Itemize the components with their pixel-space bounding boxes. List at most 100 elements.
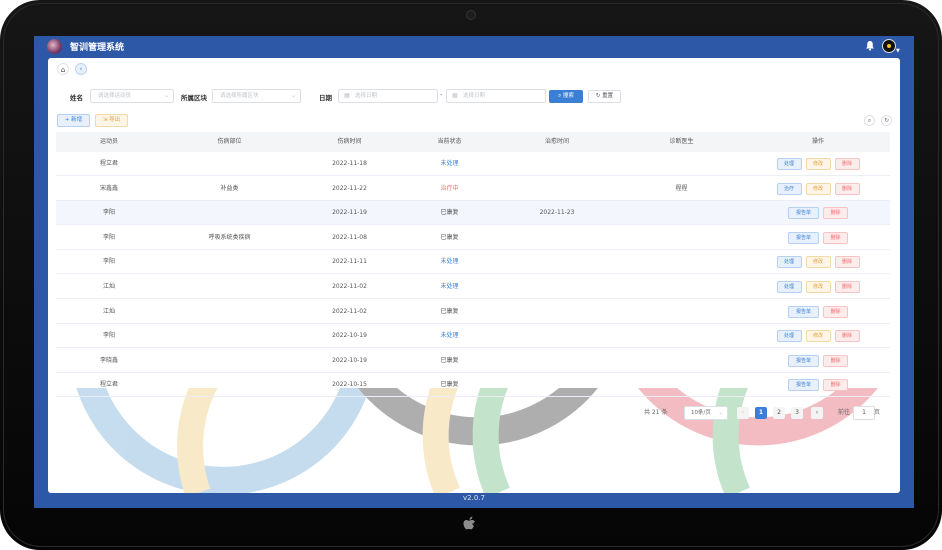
bell-icon[interactable] xyxy=(864,40,876,53)
process-button[interactable]: 处理 xyxy=(776,158,802,170)
search-button[interactable]: ⌕ 搜索 xyxy=(549,90,583,103)
table-row: 李晓鑫 2022-10-19 已康复 报告单 删除 xyxy=(56,349,890,373)
delete-button[interactable]: 删除 xyxy=(834,256,860,269)
report-button[interactable]: 报告单 xyxy=(788,207,819,220)
chevron-down-icon: ⌄ xyxy=(718,410,723,416)
cell-part xyxy=(162,275,297,299)
delete-button[interactable]: 删除 xyxy=(834,182,860,195)
process-button[interactable]: 处理 xyxy=(776,330,802,343)
next-page-button[interactable]: › xyxy=(811,407,823,419)
refresh-icon[interactable]: ↻ xyxy=(881,115,892,126)
chevron-down-icon[interactable]: ▼ xyxy=(896,48,900,54)
delete-button[interactable]: 删除 xyxy=(834,330,860,343)
page-button-1[interactable]: 1 xyxy=(755,407,767,419)
date-label: 日期 xyxy=(319,94,332,102)
cell-part xyxy=(162,349,297,373)
olympic-rings-watermark xyxy=(76,388,878,493)
cell-status: 未处理 xyxy=(440,332,459,340)
cell-part xyxy=(162,373,297,397)
report-button[interactable]: 报告单 xyxy=(788,305,819,318)
cell-doctor xyxy=(617,373,746,397)
delete-button[interactable]: 删除 xyxy=(823,305,848,318)
region-select[interactable]: 请选择所属区块 ⌄ xyxy=(212,89,301,103)
export-icon: ⇲ xyxy=(102,117,108,123)
cell-part xyxy=(162,152,297,176)
cell-date: 2022-11-02 xyxy=(332,283,367,290)
monitor-frame: 智训管理系统 ▼ ⌂ ‹ 姓名 请选择运动员 ⌄ 所属区块 请选择所属区块 ⌄ … xyxy=(0,0,942,550)
search-icon: ⌕ xyxy=(558,93,562,99)
process-button[interactable]: 处理 xyxy=(776,256,802,269)
cell-cured xyxy=(497,373,617,397)
edit-button[interactable]: 修改 xyxy=(805,330,831,343)
reset-button[interactable]: ↻ 重置 xyxy=(588,90,621,103)
cell-status: 已康复 xyxy=(440,307,459,315)
cell-status: 已康复 xyxy=(440,381,459,389)
process-button[interactable]: 处理 xyxy=(776,281,802,293)
table-header: 运动员 伤病部位 伤病时间 当前状态 治愈时间 诊断医生 操作 xyxy=(56,132,890,152)
reset-button-label: 重置 xyxy=(602,93,614,99)
table-row: 李阳 2022-10-19 未处理 处理 修改 删除 xyxy=(56,324,890,349)
table-row: 程立君 2022-10-15 已康复 报告单 删除 xyxy=(56,373,890,398)
report-button[interactable]: 报告单 xyxy=(788,231,819,244)
cell-doctor xyxy=(617,324,746,348)
page-size-select[interactable]: 10条/页 ⌄ xyxy=(684,406,728,420)
home-icon[interactable]: ⌂ xyxy=(57,63,69,75)
edit-button[interactable]: 修改 xyxy=(805,182,831,195)
column-header-status: 当前状态 xyxy=(437,138,462,145)
cell-date: 2022-10-19 xyxy=(332,356,367,364)
cell-date: 2022-11-08 xyxy=(332,233,367,241)
table-row: 江灿 2022-11-02 未处理 处理 修改 删除 xyxy=(56,275,890,299)
cell-part xyxy=(162,324,297,348)
search-toggle-icon[interactable]: ⌕ xyxy=(864,115,875,126)
goto-page-input[interactable]: 1 xyxy=(853,406,875,420)
column-header-doctor: 诊断医生 xyxy=(669,138,694,145)
search-button-label: 搜索 xyxy=(562,93,574,99)
app-title: 智训管理系统 xyxy=(70,43,125,53)
prev-page-button[interactable]: ‹ xyxy=(737,407,749,419)
cell-date: 2022-11-18 xyxy=(332,160,367,167)
cell-athlete: 李阳 xyxy=(102,209,115,217)
report-button[interactable]: 报告单 xyxy=(788,354,819,367)
cell-cured xyxy=(497,152,617,176)
cell-athlete: 李晓鑫 xyxy=(99,356,118,364)
page-button-2[interactable]: 2 xyxy=(773,407,785,419)
cell-date: 2022-11-02 xyxy=(332,307,367,315)
cell-doctor xyxy=(617,300,746,324)
delete-button[interactable]: 删除 xyxy=(823,354,848,367)
cell-part: 补益类 xyxy=(220,184,239,192)
page-button-3[interactable]: 3 xyxy=(791,407,803,419)
cell-status: 已康复 xyxy=(440,356,459,364)
avatar[interactable] xyxy=(882,39,896,53)
cell-part xyxy=(162,300,297,324)
start-date-input[interactable]: ▦ 选择日期 xyxy=(338,89,438,103)
column-header-cured: 治愈时间 xyxy=(544,138,569,145)
end-date-placeholder: 选择日期 xyxy=(463,93,486,99)
cell-status: 未处理 xyxy=(440,283,459,290)
cell-doctor xyxy=(617,250,746,274)
column-header-part: 伤病部位 xyxy=(217,138,242,145)
cell-athlete: 程立君 xyxy=(99,160,118,167)
add-button[interactable]: + 新增 xyxy=(57,114,90,127)
delete-button[interactable]: 删除 xyxy=(834,158,860,170)
cell-date: 2022-10-19 xyxy=(332,332,367,340)
cell-doctor: 程程 xyxy=(675,184,688,192)
export-button[interactable]: ⇲ 导出 xyxy=(95,114,128,127)
delete-button[interactable]: 删除 xyxy=(834,281,860,293)
cell-athlete: 宋鑫鑫 xyxy=(99,184,118,192)
cell-cured xyxy=(497,275,617,299)
delete-button[interactable]: 删除 xyxy=(823,207,848,220)
edit-button[interactable]: 修改 xyxy=(805,256,831,269)
cell-athlete: 程立君 xyxy=(99,381,118,389)
delete-button[interactable]: 删除 xyxy=(823,379,848,392)
treat-button[interactable]: 治疗 xyxy=(776,182,802,195)
edit-button[interactable]: 修改 xyxy=(805,158,831,170)
delete-button[interactable]: 删除 xyxy=(823,231,848,244)
table-row: 江灿 2022-11-02 已康复 报告单 删除 xyxy=(56,300,890,324)
region-select-placeholder: 请选择所属区块 xyxy=(220,93,259,99)
back-arrow-icon[interactable]: ‹ xyxy=(75,63,87,75)
athlete-select[interactable]: 请选择运动员 ⌄ xyxy=(90,89,174,103)
end-date-input[interactable]: ▦ 选择日期 xyxy=(446,89,546,103)
edit-button[interactable]: 修改 xyxy=(805,281,831,293)
camera-icon xyxy=(466,10,476,20)
report-button[interactable]: 报告单 xyxy=(788,379,819,392)
